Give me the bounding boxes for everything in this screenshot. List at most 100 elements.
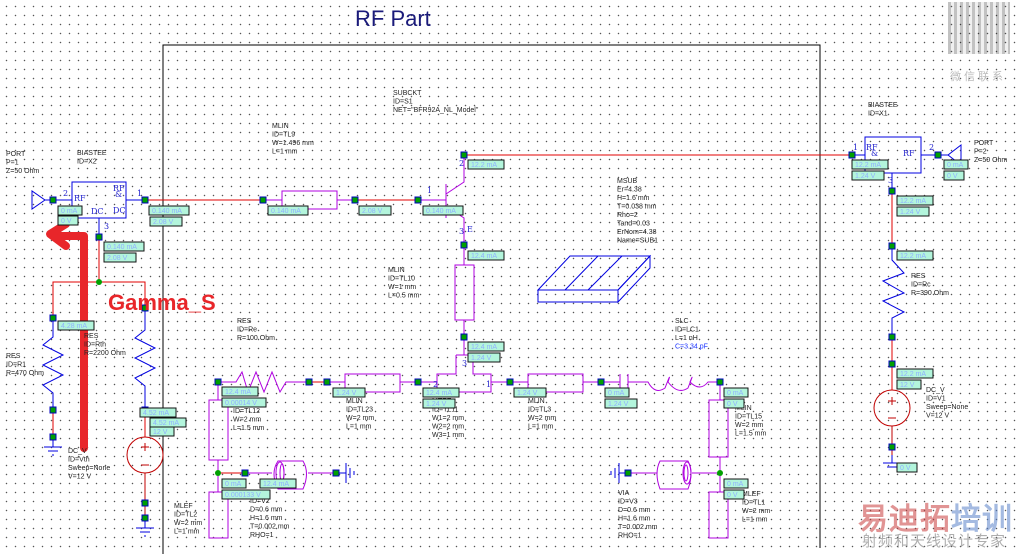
measurement-annotation[interactable]: 12.2 mA (467, 159, 505, 170)
measurement-annotation[interactable]: 12.2 mA (896, 195, 934, 206)
measurement-annotation[interactable]: 0.140 mA (422, 205, 464, 216)
measurement-annotation[interactable]: 0 mA (943, 159, 969, 170)
connection-node[interactable] (49, 406, 57, 414)
mlef-tl1-label: MLEF (742, 491, 761, 498)
measurement-value: 1.24 V (855, 173, 876, 180)
rf-part-frame (162, 44, 821, 554)
connection-node[interactable] (49, 433, 57, 441)
measurement-value: 0.140 mA (426, 208, 456, 215)
measurement-annotation[interactable]: 0 mA (221, 478, 247, 489)
measurement-annotation[interactable]: 0 V (57, 215, 79, 226)
connection-node[interactable] (49, 314, 57, 322)
measurement-annotation[interactable]: 0.000133 V (221, 489, 271, 500)
measurement-annotation[interactable]: 12.4 mA (259, 478, 297, 489)
connection-node[interactable] (506, 378, 514, 386)
connection-node[interactable] (888, 187, 896, 195)
measurement-annotation[interactable]: 1.24 V (513, 387, 547, 398)
measurement-value: 0.000133 V (225, 492, 261, 499)
connection-node[interactable] (848, 151, 856, 159)
measurement-annotation[interactable]: 0 V (943, 170, 965, 181)
measurement-annotation[interactable]: 12.2 mA (896, 368, 934, 379)
measurement-annotation[interactable]: 1.24 V (422, 398, 456, 409)
res-r1-label: R=470 Ohm (6, 370, 44, 377)
mlin-tl9-label: L=1 mm (272, 149, 298, 156)
connection-node[interactable] (414, 196, 422, 204)
measurement-value: 2.08 V (153, 219, 174, 226)
measurement-annotation[interactable]: 4.28 mA (57, 320, 95, 331)
connection-node[interactable] (460, 241, 468, 249)
measurement-annotation[interactable]: 1.24 V (896, 206, 930, 217)
measurement-annotation[interactable]: 4.52 mA (149, 417, 187, 428)
connection-node[interactable] (95, 233, 103, 241)
measurement-annotation[interactable]: 0 V (723, 398, 745, 409)
measurement-annotation[interactable]: 12.4 mA (221, 386, 259, 397)
measurement-annotation[interactable]: 2.08 V (358, 205, 392, 216)
mlin-tl10-symbol[interactable] (454, 264, 475, 321)
measurement-annotation[interactable]: 2.08 V (149, 216, 183, 227)
connection-node[interactable] (934, 151, 942, 159)
measurement-annotation[interactable]: 0 mA (57, 205, 83, 216)
connection-node[interactable] (259, 196, 267, 204)
page-title: RF Part (355, 6, 431, 31)
measurement-annotation[interactable]: 1.24 V (467, 352, 501, 363)
measurement-annotation[interactable]: 12.4 mA (467, 341, 505, 352)
measurement-annotation[interactable]: 0 mA (723, 478, 749, 489)
via-v3-symbol[interactable] (628, 460, 720, 490)
measurement-annotation[interactable]: 0.140 mA (148, 205, 190, 216)
res-rth-symbol[interactable] (133, 308, 157, 410)
measurement-annotation[interactable]: 0 V (723, 489, 745, 500)
connection-node[interactable] (888, 333, 896, 341)
connection-node[interactable] (888, 443, 896, 451)
measurement-annotation[interactable]: 0.00014 V (221, 397, 267, 408)
measurement-annotation[interactable]: 0.140 mA (103, 241, 145, 252)
gamma-s-annotation: Gamma_S (108, 290, 216, 315)
pin-label: 3 (462, 359, 467, 368)
measurement-value: 1.24 V (608, 401, 629, 408)
connection-node[interactable] (323, 378, 331, 386)
connection-node[interactable] (624, 469, 632, 477)
measurement-annotation[interactable]: 1.24 V (332, 387, 366, 398)
measurement-annotation[interactable]: 12.2 mA (896, 250, 934, 261)
measurement-annotation[interactable]: 12.2 mA (851, 159, 889, 170)
connection-node[interactable] (716, 378, 724, 386)
pin-label: 1 (486, 380, 491, 389)
connection-node[interactable] (141, 499, 149, 507)
connection-node[interactable] (141, 196, 149, 204)
measurement-annotation[interactable]: 12 V (896, 379, 922, 390)
connection-node[interactable] (597, 378, 605, 386)
measurement-value: 1.24 V (471, 355, 492, 362)
connection-node[interactable] (414, 378, 422, 386)
connection-node[interactable] (332, 469, 340, 477)
connection-node[interactable] (305, 378, 313, 386)
connection-node[interactable] (241, 469, 249, 477)
watermark-tagline: 射频和天线设计专家 (862, 533, 1007, 550)
connection-node[interactable] (888, 242, 896, 250)
measurement-annotation[interactable]: 1.24 V (604, 398, 638, 409)
dcv-vth-label: V=12 V (68, 474, 91, 481)
measurement-annotation[interactable]: 12 V (149, 426, 175, 437)
measurement-value: 12 V (153, 429, 168, 436)
measurement-annotation[interactable]: 0.140 mA (267, 205, 309, 216)
connection-node[interactable] (351, 196, 359, 204)
connection-node[interactable] (888, 360, 896, 368)
measurement-annotation[interactable]: 4.52 mA (139, 407, 177, 418)
res-r1-symbol[interactable] (41, 318, 65, 410)
connection-node[interactable] (460, 333, 468, 341)
slc-lc1-symbol[interactable] (619, 374, 720, 391)
connection-node[interactable] (49, 196, 57, 204)
measurement-annotation[interactable]: 0 mA (723, 387, 749, 398)
measurement-annotation[interactable]: 1.24 V (851, 170, 885, 181)
mlef-tl2-label: ID=TL2 (174, 512, 197, 519)
measurement-annotation[interactable]: 0 V (896, 462, 918, 473)
mlin-tl10-label: W=1 mm (388, 284, 416, 291)
connection-node[interactable] (460, 151, 468, 159)
measurement-annotation[interactable]: 12.4 mA (422, 387, 460, 398)
connection-node[interactable] (141, 514, 149, 522)
connection-node[interactable] (214, 378, 222, 386)
measurement-annotation[interactable]: 0 mA (604, 387, 630, 398)
transistor-s1-symbol[interactable] (418, 155, 465, 245)
measurement-annotation[interactable]: 2.08 V (103, 252, 137, 263)
measurement-value: 0 V (727, 492, 738, 499)
measurement-value: 4.28 mA (61, 323, 87, 330)
measurement-annotation[interactable]: 12.4 mA (467, 250, 505, 261)
